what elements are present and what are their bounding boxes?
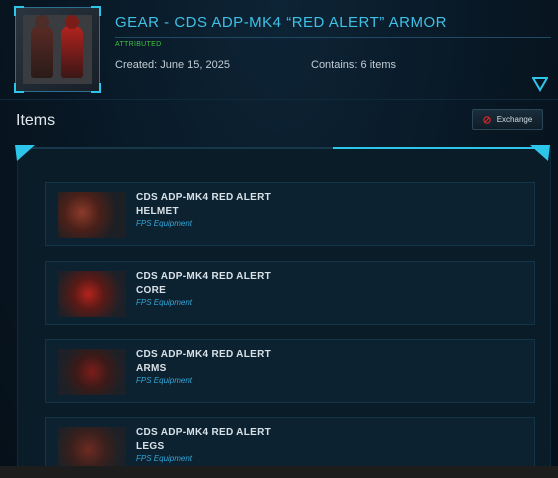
item-name: CDS ADP-MK4 RED ALERT HELMET xyxy=(136,192,272,217)
armor-figure-red xyxy=(61,15,83,78)
arms-image xyxy=(58,349,126,395)
armor-set-thumbnail[interactable] xyxy=(14,6,101,93)
thumbnail-corner xyxy=(91,6,101,16)
item-category: FPS Equipment xyxy=(136,454,193,463)
header-divider xyxy=(0,99,558,100)
item-name: CDS ADP-MK4 RED ALERT ARMS xyxy=(136,349,272,374)
exchange-button[interactable]: Exchange xyxy=(472,109,543,130)
chevron-down-icon[interactable] xyxy=(532,76,548,92)
attributed-badge: ATTRIBUTED xyxy=(115,41,162,48)
panel-corner-right xyxy=(530,145,550,161)
item-category: FPS Equipment xyxy=(136,376,193,385)
thumbnail-corner xyxy=(14,83,24,93)
panel-top-highlight xyxy=(333,147,545,149)
created-date: Created: June 15, 2025 xyxy=(115,59,230,71)
item-category: FPS Equipment xyxy=(136,219,193,228)
item-card-arms[interactable]: CDS ADP-MK4 RED ALERT ARMS FPS Equipment xyxy=(45,339,535,403)
item-card-legs[interactable]: CDS ADP-MK4 RED ALERT LEGS FPS Equipment xyxy=(45,417,535,468)
panel-corner-left xyxy=(15,145,35,161)
core-image xyxy=(58,271,126,317)
ban-icon xyxy=(482,115,491,124)
item-card-helmet[interactable]: CDS ADP-MK4 RED ALERT HELMET FPS Equipme… xyxy=(45,182,535,246)
page-title: GEAR - CDS ADP-MK4 “RED ALERT” ARMOR xyxy=(115,14,447,31)
items-heading: Items xyxy=(16,112,56,129)
bottom-bar xyxy=(0,466,558,478)
item-count: Contains: 6 items xyxy=(311,59,396,71)
title-underline xyxy=(115,37,551,38)
armor-set-image xyxy=(23,15,92,84)
exchange-label: Exchange xyxy=(496,115,533,124)
item-card-core[interactable]: CDS ADP-MK4 RED ALERT CORE FPS Equipment xyxy=(45,261,535,325)
legs-image xyxy=(58,427,126,468)
armor-figure-dark xyxy=(31,15,53,78)
item-category: FPS Equipment xyxy=(136,298,193,307)
item-name: CDS ADP-MK4 RED ALERT CORE xyxy=(136,271,272,296)
helmet-image xyxy=(58,192,126,238)
item-name: CDS ADP-MK4 RED ALERT LEGS xyxy=(136,427,272,452)
thumbnail-corner xyxy=(91,83,101,93)
